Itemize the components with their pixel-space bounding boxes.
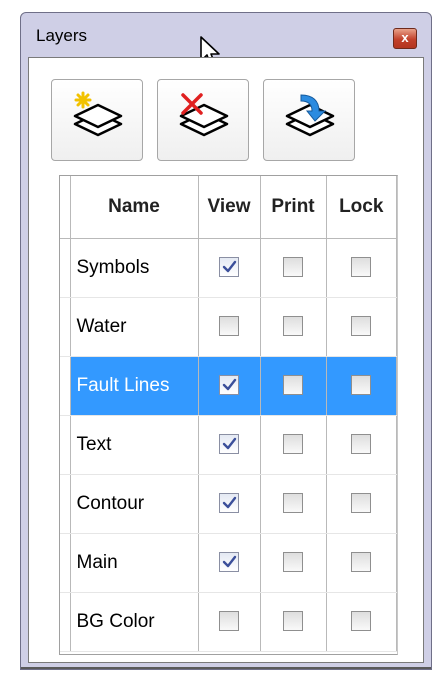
view-cell: [198, 238, 261, 298]
layers-panel: Name View Print Lock Symbols Water Fault L…: [28, 57, 424, 663]
merge-layer-icon: [285, 94, 335, 137]
layers-rows: Symbols Water Fault Lines Text Contour Main BG…: [60, 238, 397, 652]
layer-name: Fault Lines: [76, 374, 170, 396]
column-header-view[interactable]: View: [198, 176, 261, 239]
new-layer-icon: [73, 91, 123, 137]
window-title: Layers: [36, 26, 88, 45]
print-checkbox[interactable]: [283, 611, 303, 632]
view-checkbox[interactable]: [219, 611, 239, 632]
row-header[interactable]: [60, 415, 71, 475]
checkmark-icon: [222, 556, 237, 568]
lock-cell: [326, 356, 397, 416]
row-header[interactable]: [60, 533, 71, 593]
checkmark-icon: [222, 261, 237, 273]
lock-cell: [326, 297, 397, 357]
layer-name: BG Color: [76, 610, 155, 632]
view-checkbox[interactable]: [219, 257, 239, 278]
layer-name: Contour: [76, 492, 145, 514]
print-cell: [260, 533, 327, 593]
view-cell: [198, 297, 261, 357]
lock-cell: [326, 474, 397, 534]
lock-cell: [326, 533, 397, 593]
layer-name: Symbols: [76, 256, 150, 278]
view-checkbox[interactable]: [219, 375, 239, 396]
print-checkbox[interactable]: [283, 552, 303, 573]
print-cell: [260, 238, 327, 298]
print-checkbox[interactable]: [283, 257, 303, 278]
lock-checkbox[interactable]: [351, 316, 372, 337]
view-checkbox[interactable]: [219, 552, 239, 573]
lock-cell: [326, 592, 397, 652]
lock-checkbox[interactable]: [351, 493, 372, 514]
layer-name-cell[interactable]: BG Color: [70, 592, 199, 652]
delete-layer-icon: [179, 93, 229, 137]
layer-name-cell[interactable]: Water: [70, 297, 199, 357]
checkmark-icon: [222, 497, 237, 509]
print-cell: [260, 415, 327, 475]
table-row[interactable]: Fault Lines: [60, 356, 397, 416]
view-cell: [198, 592, 261, 652]
row-header[interactable]: [60, 592, 71, 652]
layer-name-cell[interactable]: Contour: [70, 474, 199, 534]
view-cell: [198, 474, 261, 534]
window-bottom-edge: [21, 667, 431, 669]
table-row[interactable]: Water: [60, 297, 397, 357]
print-cell: [260, 474, 327, 534]
print-cell: [260, 356, 327, 416]
lock-checkbox[interactable]: [351, 375, 372, 396]
lock-cell: [326, 238, 397, 298]
close-button[interactable]: x: [393, 28, 417, 49]
print-cell: [260, 592, 327, 652]
close-icon: x: [401, 30, 409, 45]
table-row[interactable]: Text: [60, 415, 397, 475]
layer-name: Water: [76, 315, 127, 337]
lock-checkbox[interactable]: [351, 552, 372, 573]
checkmark-icon: [222, 438, 237, 450]
merge-layer-button[interactable]: [263, 79, 355, 161]
view-cell: [198, 415, 261, 475]
table-row[interactable]: Symbols: [60, 238, 397, 298]
column-header-name[interactable]: Name: [70, 176, 199, 239]
row-header-gutter: [60, 176, 71, 239]
header-row: Name View Print Lock: [60, 176, 397, 239]
delete-layer-button[interactable]: [157, 79, 249, 161]
row-header[interactable]: [60, 474, 71, 534]
new-layer-button[interactable]: [51, 79, 143, 161]
layers-window: Layers x Name View Print Lock Symbols Wa…: [20, 12, 432, 670]
row-header[interactable]: [60, 356, 71, 416]
column-header-print[interactable]: Print: [260, 176, 327, 239]
view-checkbox[interactable]: [219, 493, 239, 514]
row-header[interactable]: [60, 297, 71, 357]
layer-name-cell[interactable]: Text: [70, 415, 199, 475]
view-cell: [198, 356, 261, 416]
column-header-lock[interactable]: Lock: [326, 176, 397, 239]
title-bar[interactable]: Layers x: [21, 13, 431, 57]
lock-checkbox[interactable]: [351, 257, 372, 278]
lock-checkbox[interactable]: [351, 611, 372, 632]
layer-name-cell[interactable]: Main: [70, 533, 199, 593]
row-header[interactable]: [60, 238, 71, 298]
lock-checkbox[interactable]: [351, 434, 372, 455]
print-checkbox[interactable]: [283, 493, 303, 514]
view-checkbox[interactable]: [219, 316, 239, 337]
table-row[interactable]: Main: [60, 533, 397, 593]
layer-name-cell[interactable]: Symbols: [70, 238, 199, 298]
table-row[interactable]: Contour: [60, 474, 397, 534]
view-checkbox[interactable]: [219, 434, 239, 455]
layers-table: Name View Print Lock Symbols Water Fault L…: [60, 176, 397, 652]
view-cell: [198, 533, 261, 593]
print-checkbox[interactable]: [283, 316, 303, 337]
table-row[interactable]: BG Color: [60, 592, 397, 652]
print-checkbox[interactable]: [283, 375, 303, 396]
layer-name-cell[interactable]: Fault Lines: [70, 356, 199, 416]
layers-grid: Name View Print Lock Symbols Water Fault L…: [59, 175, 398, 655]
layer-name: Text: [76, 433, 112, 455]
checkmark-icon: [222, 379, 237, 391]
print-checkbox[interactable]: [283, 434, 303, 455]
lock-cell: [326, 415, 397, 475]
print-cell: [260, 297, 327, 357]
layer-name: Main: [76, 551, 118, 573]
